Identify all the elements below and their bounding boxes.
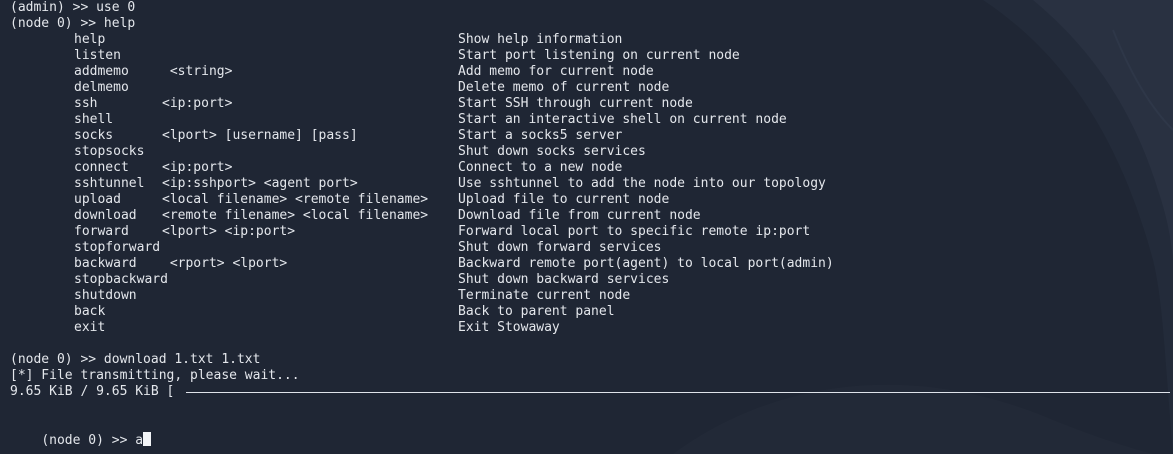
help-command-args: <remote filename> <local filename> bbox=[162, 208, 429, 223]
help-command-name: forward bbox=[74, 224, 129, 239]
terminal-window[interactable]: (admin) >> use 0 (node 0) >> help help Sh… bbox=[10, 0, 1170, 454]
help-command-name: back bbox=[74, 304, 106, 319]
help-row-14: backward <rport> <lport> Backward remote … bbox=[10, 256, 1110, 272]
help-command-args: <lport> [username] [pass] bbox=[162, 128, 358, 143]
help-command-name: shell bbox=[74, 112, 114, 127]
help-command-description: Start an interactive shell on current no… bbox=[458, 112, 787, 127]
help-row-3: delmemo Delete memo of current node bbox=[10, 80, 1110, 96]
help-command-description: Show help information bbox=[458, 32, 623, 47]
help-command-name: connect bbox=[74, 160, 129, 175]
prompt-label: (node 0) >> bbox=[41, 433, 136, 448]
history-line-help: (node 0) >> help bbox=[10, 16, 136, 31]
help-row-9: sshtunnel <ip:sshport> <agent port> Use ss… bbox=[10, 176, 1110, 192]
help-row-6: socks <lport> [username] [pass] Start a so… bbox=[10, 128, 1110, 144]
help-command-name: download bbox=[74, 208, 137, 223]
history-line-use: (admin) >> use 0 bbox=[10, 0, 136, 15]
help-command-name: stopforward bbox=[74, 240, 161, 255]
help-command-name: help bbox=[74, 32, 106, 47]
help-command-name: socks bbox=[74, 128, 114, 143]
help-command-name: delmemo bbox=[74, 80, 129, 95]
progress-text: 9.65 KiB / 9.65 KiB [ bbox=[10, 384, 175, 399]
help-command-description: Add memo for current node bbox=[458, 64, 654, 79]
help-row-7: stopsocks Shut down socks services bbox=[10, 144, 1110, 160]
help-command-description: Terminate current node bbox=[458, 288, 631, 303]
help-command-args: <string> bbox=[162, 64, 233, 79]
help-command-name: backward bbox=[74, 256, 137, 271]
help-row-11: download <remote filename> <local filenam… bbox=[10, 208, 1110, 224]
help-command-name: stopsocks bbox=[74, 144, 145, 159]
help-row-13: stopforward Shut down forward services bbox=[10, 240, 1110, 256]
help-command-description: Connect to a new node bbox=[458, 160, 623, 175]
help-command-description: Back to parent panel bbox=[458, 304, 615, 319]
help-command-description: Delete memo of current node bbox=[458, 80, 670, 95]
help-row-0: help Show help information bbox=[10, 32, 1110, 48]
help-row-15: stopbackward Shut down backward services bbox=[10, 272, 1110, 288]
help-command-description: Upload file to current node bbox=[458, 192, 670, 207]
help-command-args: <lport> <ip:port> bbox=[162, 224, 296, 239]
help-command-description: Start SSH through current node bbox=[458, 96, 693, 111]
transfer-status-line: [*] File transmitting, please wait... bbox=[10, 368, 300, 383]
help-command-description: Shut down forward services bbox=[458, 240, 662, 255]
help-command-args: <ip:sshport> <agent port> bbox=[162, 176, 358, 191]
download-command-line: (node 0) >> download 1.txt 1.txt bbox=[10, 352, 261, 367]
help-command-args: <local filename> <remote filename> bbox=[162, 192, 429, 207]
help-row-2: addmemo <string> Add memo for current nod… bbox=[10, 64, 1110, 80]
help-row-12: forward <lport> <ip:port> Forward local po… bbox=[10, 224, 1110, 240]
help-command-description: Backward remote port(agent) to local por… bbox=[458, 256, 834, 271]
help-command-description: Exit Stowaway bbox=[458, 320, 560, 335]
help-command-name: sshtunnel bbox=[74, 176, 145, 191]
help-row-18: exit Exit Stowaway bbox=[10, 320, 1110, 336]
help-command-name: shutdown bbox=[74, 288, 137, 303]
help-command-name: listen bbox=[74, 48, 121, 63]
help-row-16: shutdown Terminate current node bbox=[10, 288, 1110, 304]
help-command-name: exit bbox=[74, 320, 106, 335]
help-command-args: <ip:port> bbox=[162, 160, 233, 175]
help-command-name: upload bbox=[74, 192, 121, 207]
progress-bar bbox=[186, 392, 1170, 393]
help-row-17: back Back to parent panel bbox=[10, 304, 1110, 320]
help-command-description: Shut down socks services bbox=[458, 144, 646, 159]
help-command-description: Use sshtunnel to add the node into our t… bbox=[458, 176, 826, 191]
help-command-name: stopbackward bbox=[74, 272, 168, 287]
help-command-args: <rport> <lport> bbox=[162, 256, 288, 271]
help-row-4: ssh <ip:port> Start SSH through current no… bbox=[10, 96, 1110, 112]
help-row-8: connect <ip:port> Connect to a new node bbox=[10, 160, 1110, 176]
help-command-name: ssh bbox=[74, 96, 98, 111]
text-cursor bbox=[143, 432, 152, 446]
help-row-10: upload <local filename> <remote filename>… bbox=[10, 192, 1110, 208]
help-row-1: listen Start port listening on current no… bbox=[10, 48, 1110, 64]
help-command-args: <ip:port> bbox=[162, 96, 233, 111]
help-row-5: shell Start an interactive shell on curre… bbox=[10, 112, 1110, 128]
help-command-name: addmemo bbox=[74, 64, 129, 79]
help-command-description: Forward local port to specific remote ip… bbox=[458, 224, 811, 239]
help-command-description: Start port listening on current node bbox=[458, 48, 740, 63]
command-input[interactable]: a bbox=[135, 433, 143, 448]
help-command-description: Start a socks5 server bbox=[458, 128, 623, 143]
help-command-description: Download file from current node bbox=[458, 208, 701, 223]
input-prompt-line[interactable]: (node 0) >> a bbox=[10, 416, 152, 448]
help-command-description: Shut down backward services bbox=[458, 272, 670, 287]
